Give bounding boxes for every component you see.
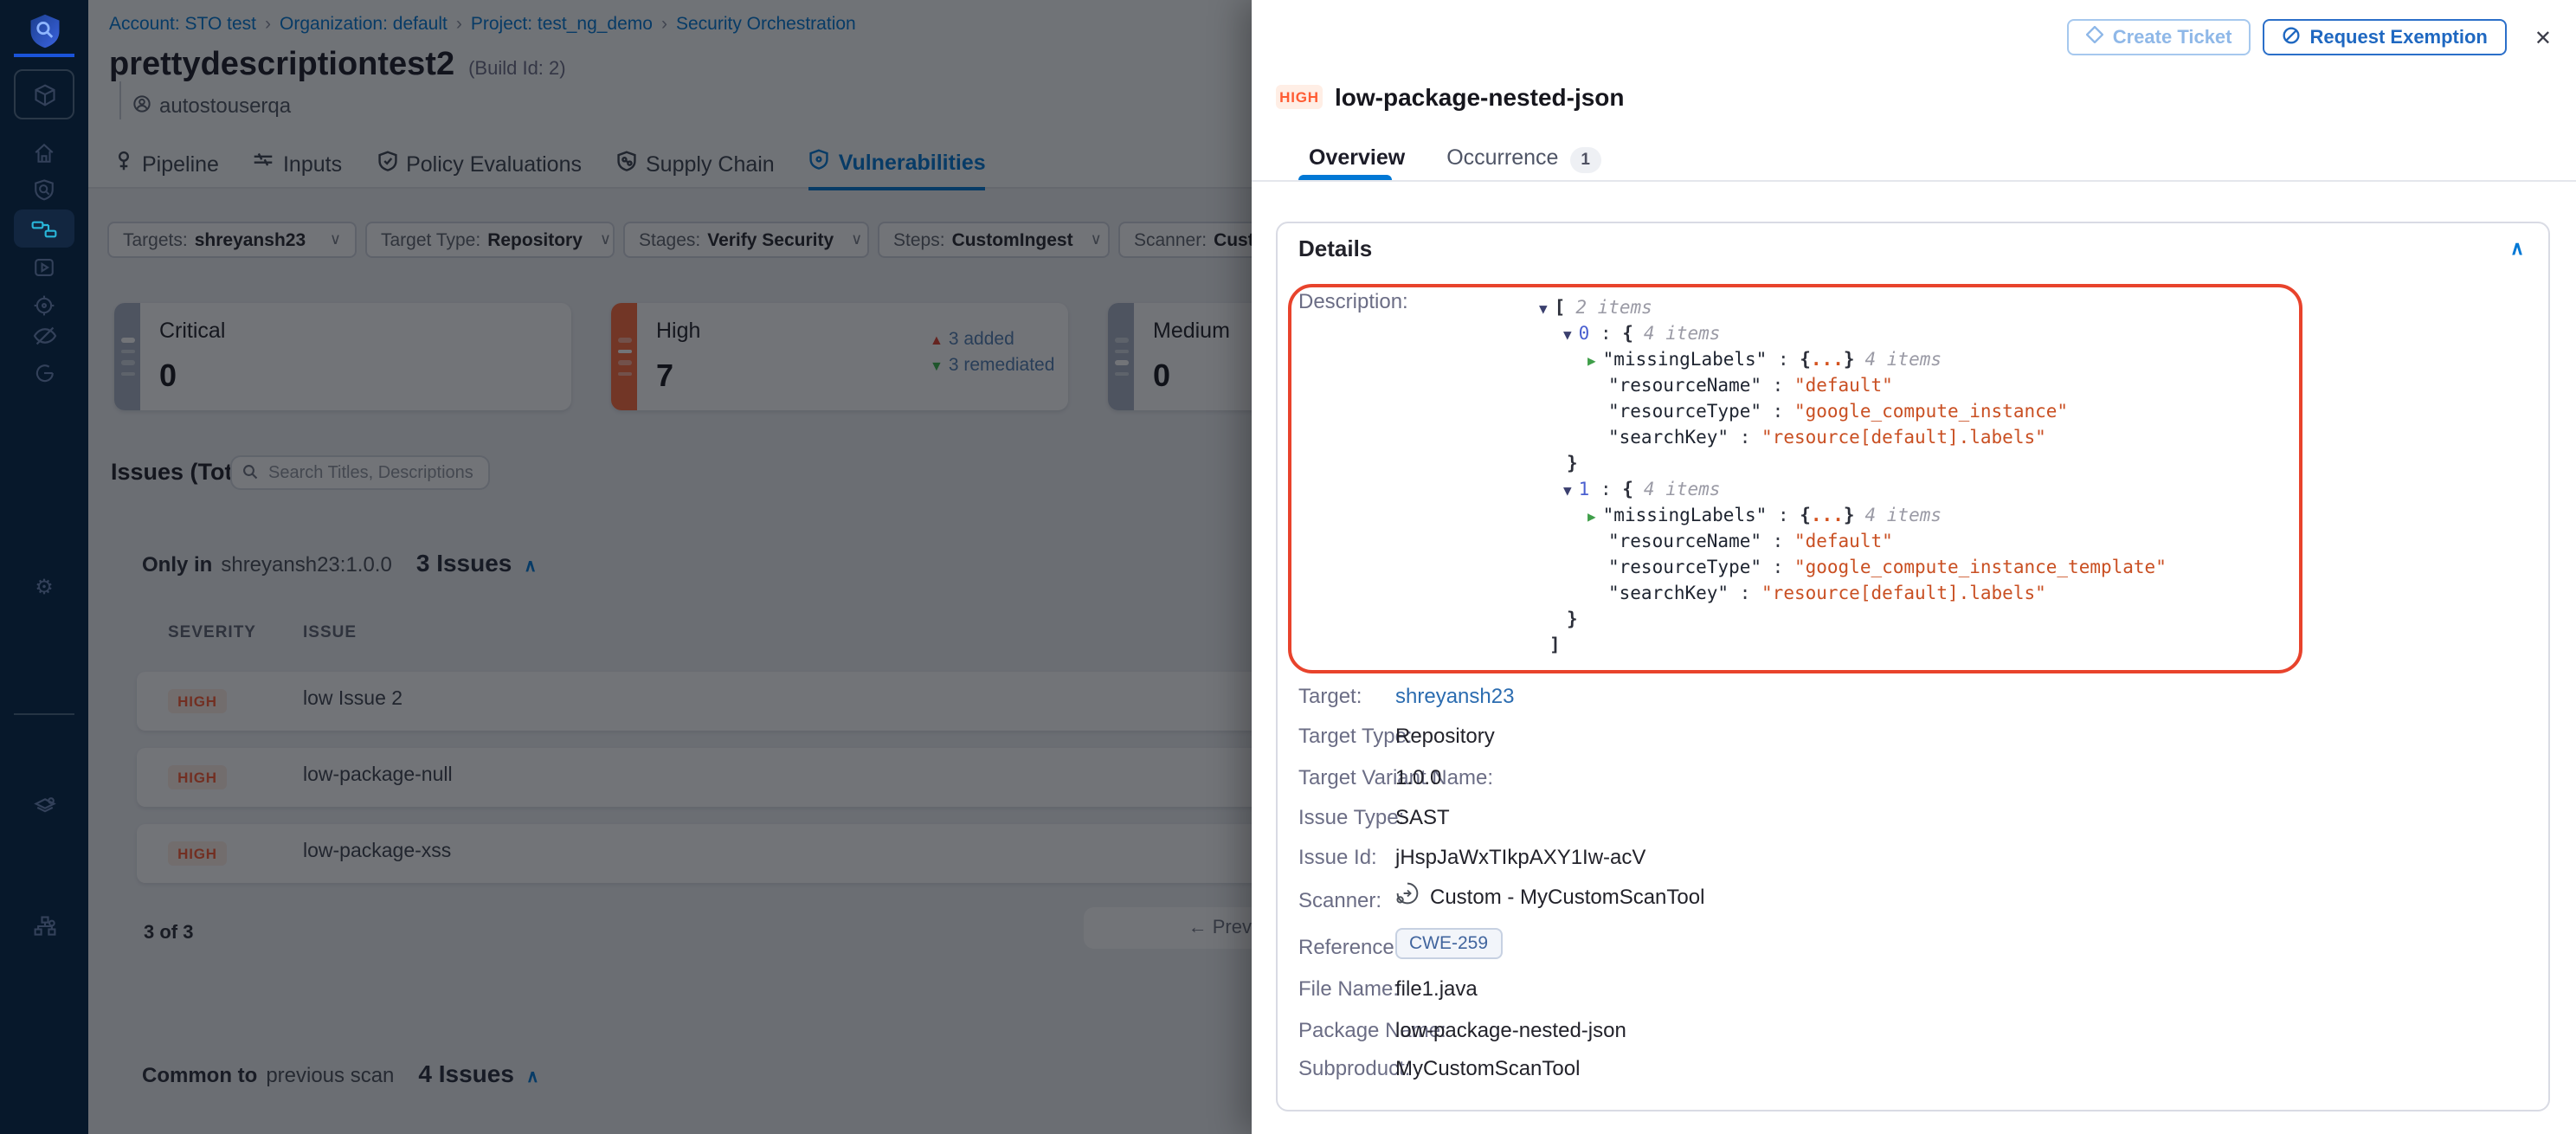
layers-settings-icon[interactable] <box>0 793 88 821</box>
details-heading: Details <box>1298 235 1372 261</box>
json-line: ▼0 : {4 items <box>1539 322 2167 348</box>
json-line: ▼1 : {4 items <box>1539 478 2167 504</box>
field-value-target-type: Repository <box>1395 724 1495 748</box>
json-line: } <box>1539 608 2167 634</box>
ticket-icon <box>2087 26 2104 48</box>
expand-triangle-icon[interactable]: ▼ <box>1539 301 1548 317</box>
field-label-subproduct: Subproduct: <box>1298 1056 1410 1080</box>
shield-off-icon <box>2283 25 2302 49</box>
json-line: "resourceType" : "google_compute_instanc… <box>1539 556 2167 582</box>
drawer-title-row: HIGH low-package-nested-json <box>1276 83 1625 111</box>
field-label-file-name: File Name: <box>1298 976 1399 1001</box>
description-label: Description: <box>1298 289 1408 313</box>
expand-triangle-icon[interactable]: ▼ <box>1563 327 1572 343</box>
json-line: "resourceName" : "default" <box>1539 530 2167 556</box>
json-line: ▼[2 items <box>1539 296 2167 322</box>
field-value-scanner: Custom - MyCustomScanTool <box>1395 881 1704 911</box>
json-line: ▶"missingLabels" : {...}4 items <box>1539 504 2167 530</box>
field-value-package-name: low-package-nested-json <box>1395 1018 1626 1042</box>
collapsed-triangle-icon[interactable]: ▶ <box>1587 353 1596 369</box>
field-label-issue-type: Issue Type: <box>1298 805 1404 829</box>
field-value-reference-identifiers: CWE-259 <box>1395 928 1502 959</box>
org-settings-icon[interactable] <box>0 912 88 940</box>
target-icon[interactable] <box>0 294 88 317</box>
tab-overview[interactable]: Overview <box>1309 145 1405 170</box>
json-line: } <box>1539 452 2167 478</box>
occurrence-count-badge: 1 <box>1570 147 1600 173</box>
field-value-target: shreyansh23 <box>1395 684 1514 708</box>
json-line: "searchKey" : "resource[default].labels" <box>1539 582 2167 608</box>
field-label-target: Target: <box>1298 684 1362 708</box>
nav-logo-divider <box>14 54 74 57</box>
json-line: "resourceType" : "google_compute_instanc… <box>1539 400 2167 426</box>
json-line: "resourceName" : "default" <box>1539 374 2167 400</box>
collapse-chevron-icon[interactable]: ∧ <box>2510 237 2524 260</box>
field-value-issue-id: jHspJaWxTIkpAXY1Iw-acV <box>1395 845 1645 869</box>
expand-triangle-icon[interactable]: ▼ <box>1563 483 1572 499</box>
create-ticket-button[interactable]: Create Ticket <box>2068 19 2251 55</box>
field-value-subproduct: MyCustomScanTool <box>1395 1056 1580 1080</box>
nav-section-divider <box>14 713 74 715</box>
cwe-chip[interactable]: CWE-259 <box>1395 928 1502 959</box>
description-json-viewer: ▼[2 items ▼0 : {4 items ▶"missingLabels"… <box>1539 296 2167 660</box>
issue-details-drawer: Create Ticket Request Exemption ✕ HIGH l… <box>1252 0 2576 1134</box>
app-root: ⚙ Account: STO test›Organization: defaul… <box>0 0 2576 1134</box>
left-nav: ⚙ <box>0 0 88 1134</box>
issue-name: low-package-nested-json <box>1335 83 1625 111</box>
request-exemption-button[interactable]: Request Exemption <box>2264 19 2507 55</box>
severity-badge: HIGH <box>1276 85 1323 109</box>
field-value-issue-type: SAST <box>1395 805 1450 829</box>
field-label-scanner: Scanner: <box>1298 888 1381 912</box>
field-value-file-name: file1.java <box>1395 976 1478 1001</box>
modal-dim-overlay[interactable] <box>88 0 1252 1134</box>
field-label-issue-id: Issue Id: <box>1298 845 1377 869</box>
power-gauge-icon[interactable] <box>0 362 88 384</box>
cube-icon <box>0 81 88 107</box>
close-icon[interactable]: ✕ <box>2528 25 2559 49</box>
shield-search-icon[interactable] <box>0 178 88 201</box>
json-line: ] <box>1539 634 2167 660</box>
collapsed-triangle-icon[interactable]: ▶ <box>1587 509 1596 525</box>
scanner-icon <box>1395 881 1420 911</box>
drawer-actions: Create Ticket Request Exemption ✕ <box>2068 19 2559 55</box>
drawer-divider <box>1252 180 2576 182</box>
drawer-tabs: Overview Occurrence1 <box>1309 145 1600 170</box>
settings-gear-icon[interactable]: ⚙ <box>0 575 88 599</box>
json-line: "searchKey" : "resource[default].labels" <box>1539 426 2167 452</box>
home-icon[interactable] <box>0 142 88 164</box>
field-value-target-variant: 1.0.0 <box>1395 765 1441 789</box>
sto-shield-logo-icon[interactable] <box>0 10 88 52</box>
target-link[interactable]: shreyansh23 <box>1395 684 1514 708</box>
pipeline-flow-icon[interactable] <box>0 216 88 242</box>
executions-play-icon[interactable] <box>0 256 88 279</box>
json-line: ▶"missingLabels" : {...}4 items <box>1539 348 2167 374</box>
tab-occurrence[interactable]: Occurrence1 <box>1446 145 1600 170</box>
eye-off-icon[interactable] <box>0 324 88 346</box>
